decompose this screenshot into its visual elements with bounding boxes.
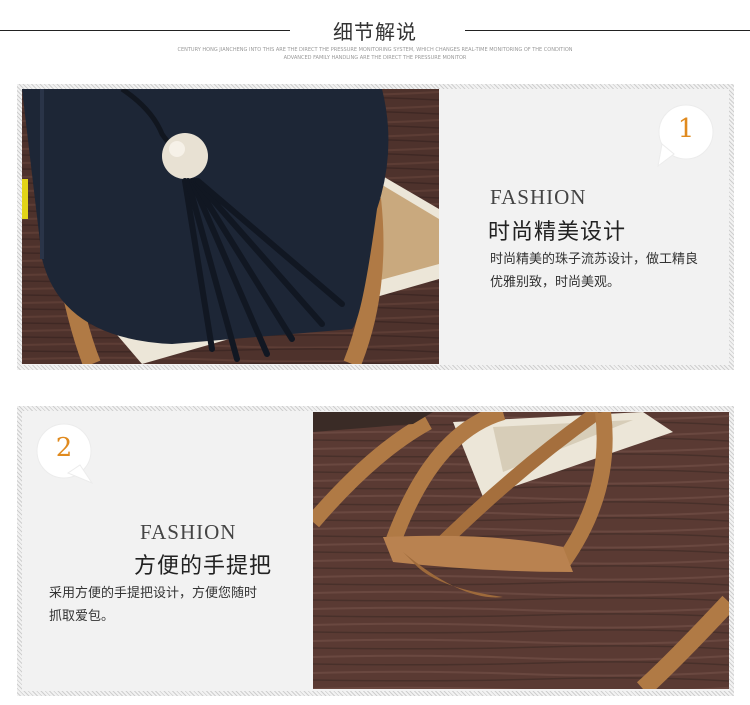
tassel-detail-photo <box>22 89 439 364</box>
header-divider-right <box>465 30 750 31</box>
header-subtitle-line2: ADVANCED FAMILY HANDLING ARE THE DIRECT … <box>283 55 467 61</box>
handle-detail-photo <box>313 412 729 689</box>
section-1-heading: 时尚精美设计 <box>488 220 627 245</box>
section-1-fashion-label: FASHION <box>490 185 587 209</box>
page-header: 细节解说 CENTURY HONG JIANCHENG INTO THIS AR… <box>0 0 750 70</box>
number-badge-1: 1 <box>656 104 716 168</box>
section-1-description-line1: 时尚精美的珠子流苏设计，做工精良 <box>490 252 699 267</box>
section-1-description: 时尚精美的珠子流苏设计，做工精良 优雅别致，时尚美观。 <box>490 248 698 294</box>
section-2-description: 采用方便的手提把设计，方便您随时 抓取爱包。 <box>49 582 257 628</box>
section-2-description-line2: 抓取爱包。 <box>49 609 115 624</box>
section-2-number: 2 <box>55 433 73 463</box>
section-2-description-line1: 采用方便的手提把设计，方便您随时 <box>49 586 258 601</box>
header-subtitle-line1: CENTURY HONG JIANCHENG INTO THIS ARE THE… <box>177 47 573 53</box>
section-2-heading: 方便的手提把 <box>134 554 273 579</box>
header-subtitle: CENTURY HONG JIANCHENG INTO THIS ARE THE… <box>150 46 600 62</box>
section-2-fashion-label: FASHION <box>140 520 237 544</box>
section-1-description-line2: 优雅别致，时尚美观。 <box>490 275 621 290</box>
number-badge-2: 2 <box>34 423 94 487</box>
section-1-number: 1 <box>677 114 695 144</box>
